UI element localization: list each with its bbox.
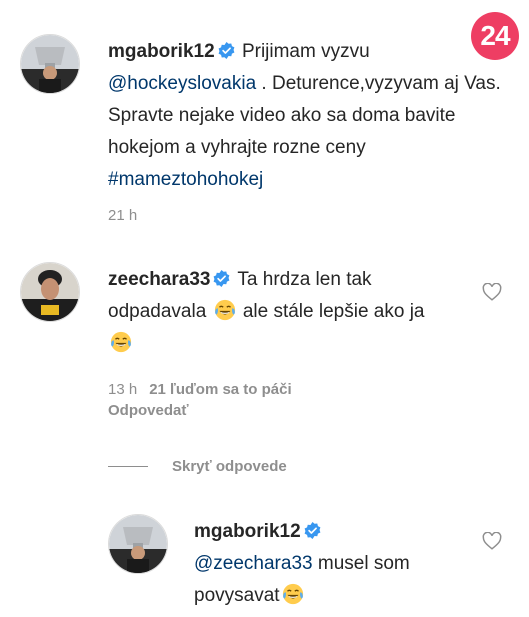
divider [108,466,148,467]
verified-badge-icon [214,270,230,287]
hide-replies-toggle[interactable]: Skryť odpovede [108,458,287,475]
comment-body: mgaborik12 Prijimam vyzvu @hockeyslovaki… [108,36,508,196]
comment-text: ale stále lepšie ako ja [237,301,425,322]
reply-username[interactable]: mgaborik12 [194,521,301,542]
face-with-tears-of-joy-icon [110,331,132,353]
comment-meta: 21 h [108,206,137,226]
avatar[interactable] [20,34,80,94]
comment-meta: 13 h 21 ľuďom sa to páči [108,380,292,400]
mention-link[interactable]: @hockeyslovakia [108,73,256,94]
comment-username[interactable]: zeechara33 [108,269,210,290]
avatar[interactable] [108,514,168,574]
mention-link[interactable]: @zeechara33 [194,553,313,574]
hashtag-link[interactable]: #mameztohohokej [108,169,263,190]
comment-time[interactable]: 13 h [108,381,137,398]
avatar[interactable] [20,262,80,322]
likes-count[interactable]: 21 ľuďom sa to páči [149,381,291,398]
comment-body: zeechara33 Ta hrdza len tak odpadavala a… [108,264,438,360]
heart-icon[interactable] [482,283,502,301]
verified-badge-icon [304,522,321,539]
face-with-tears-of-joy-icon [214,299,235,321]
reply-body: mgaborik12 @zeechara33 musel som povysav… [194,516,469,612]
face-with-tears-of-joy-icon [282,583,303,605]
comment-time[interactable]: 21 h [108,207,137,224]
heart-icon[interactable] [482,532,502,550]
reply-button[interactable]: Odpovedať [108,402,189,419]
verified-badge-icon [218,42,235,59]
hide-replies-label: Skryť odpovede [172,458,287,475]
comment-username[interactable]: mgaborik12 [108,41,215,62]
comment-text: Prijimam vyzvu [241,41,370,62]
